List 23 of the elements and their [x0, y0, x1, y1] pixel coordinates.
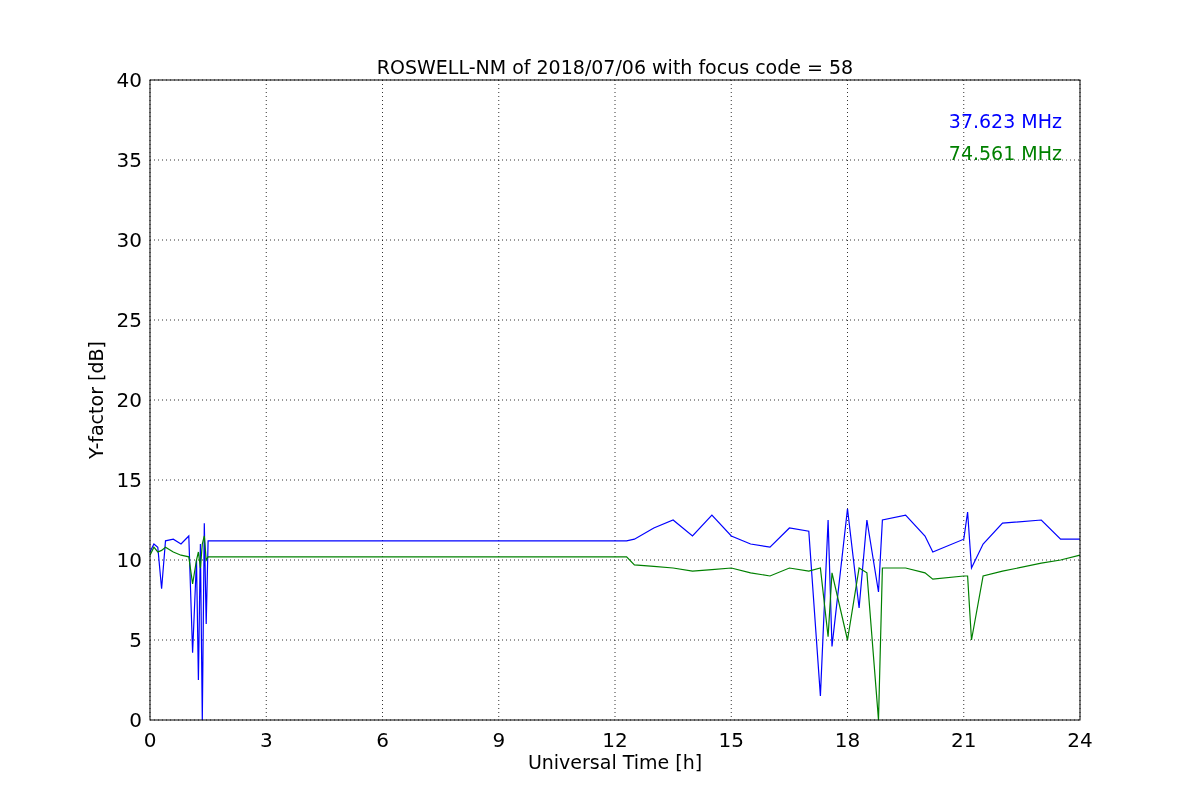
legend-label: 74.561 MHz [948, 142, 1062, 164]
x-axis-label: Universal Time [h] [527, 751, 703, 773]
y-axis-label: Y-factor [dB] [85, 341, 107, 459]
x-tick-label: 18 [834, 728, 861, 752]
x-tick-label: 15 [718, 728, 744, 752]
x-tick-label: 21 [951, 728, 977, 752]
y-tick-label: 15 [116, 468, 142, 492]
y-tick-label: 20 [116, 388, 142, 412]
x-tick-label: 12 [602, 728, 628, 752]
y-tick-label: 0 [129, 708, 142, 732]
x-tick-label: 24 [1067, 728, 1093, 752]
x-tick-label: 3 [259, 728, 273, 752]
x-tick-label: 6 [376, 728, 389, 752]
x-tick-label: 9 [492, 728, 506, 752]
y-tick-label: 40 [116, 68, 142, 92]
chart-title: ROSWELL-NM of 2018/07/06 with focus code = 58 [376, 56, 854, 78]
y-tick-label: 5 [129, 628, 142, 652]
x-tick-label: 0 [143, 728, 157, 752]
y-tick-label: 25 [116, 308, 142, 332]
y-tick-label: 10 [116, 548, 142, 572]
legend-label: 37.623 MHz [948, 110, 1062, 132]
y-tick-label: 35 [116, 148, 142, 172]
y-tick-label: 30 [116, 228, 142, 252]
